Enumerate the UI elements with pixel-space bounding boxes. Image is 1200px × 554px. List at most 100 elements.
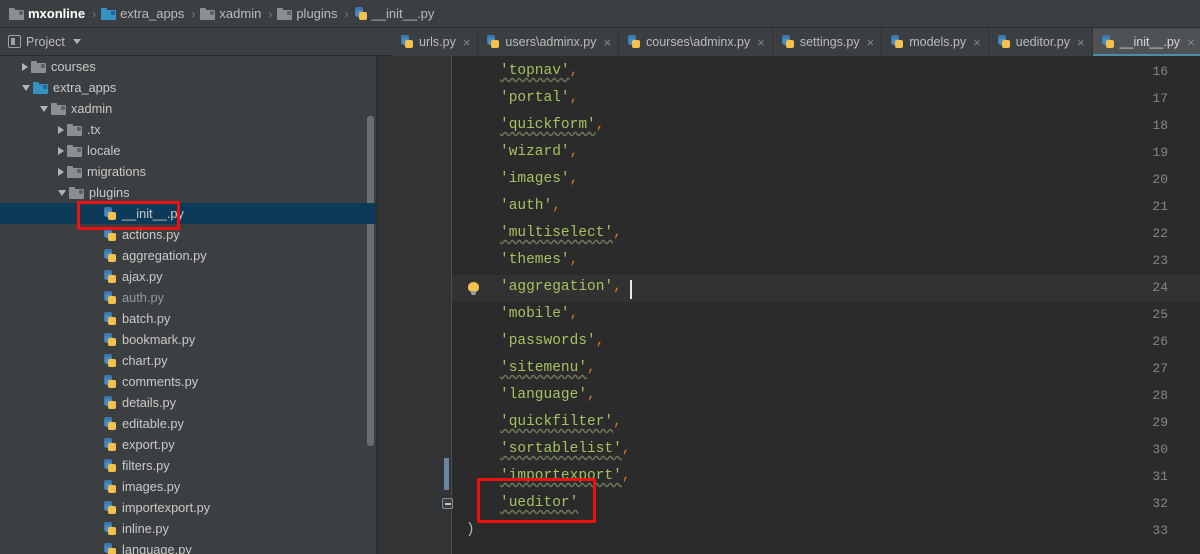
line-number: 26 (1152, 334, 1168, 349)
chevron-down-icon[interactable] (22, 84, 30, 91)
code-line[interactable]: ) (452, 522, 475, 538)
tree-row-label: language.py (122, 542, 192, 554)
tree-row-details-py[interactable]: details.py (0, 392, 376, 413)
folder-icon (31, 60, 46, 73)
editor-tab--init-py[interactable]: __init__.py × (1092, 28, 1200, 56)
chevron-down-icon[interactable] (58, 189, 66, 196)
close-icon[interactable]: × (1187, 36, 1195, 49)
tree-row-ajax-py[interactable]: ajax.py (0, 266, 376, 287)
chevron-down-icon[interactable] (40, 105, 48, 112)
code-fold-icon[interactable] (442, 498, 453, 509)
code-token-comma: , (569, 252, 579, 268)
python-file-icon (103, 206, 117, 221)
code-token-string: 'topnav' (500, 63, 570, 79)
code-line[interactable]: 'multiselect', (452, 225, 622, 241)
editor-tab-users-adminx-py[interactable]: users\adminx.py × (478, 28, 620, 56)
code-line[interactable]: 'quickform', (452, 117, 604, 133)
breadcrumb-item--init-py[interactable]: __init__.py (351, 0, 438, 28)
line-number: 24 (1152, 280, 1168, 295)
tree-row-chart-py[interactable]: chart.py (0, 350, 376, 371)
chevron-down-icon[interactable] (72, 39, 81, 44)
editor-tab-label: urls.py (419, 35, 456, 49)
tree-row-label: importexport.py (122, 500, 211, 515)
code-line[interactable]: 'sortablelist', (452, 441, 631, 457)
python-file-icon (103, 521, 117, 536)
python-file-icon (400, 35, 414, 49)
code-line[interactable]: 'language', (452, 387, 596, 403)
tree-row-language-py[interactable]: language.py (0, 539, 376, 554)
tree-row-bookmark-py[interactable]: bookmark.py (0, 329, 376, 350)
breadcrumb-item-extra-apps[interactable]: extra_apps (98, 0, 187, 28)
code-token-comma: , (613, 414, 622, 430)
project-tree[interactable]: courses extra_apps xadmin .tx locale migratio… (0, 56, 376, 554)
close-icon[interactable]: × (1077, 36, 1085, 49)
code-line[interactable]: 'quickfilter', (452, 414, 622, 430)
tree-row-label: .tx (87, 122, 101, 137)
breadcrumb-item-label: xadmin (219, 6, 262, 21)
code-line[interactable]: 'importexport', (452, 468, 631, 484)
editor-tab-label: courses\adminx.py (646, 35, 751, 49)
code-line[interactable]: 'wizard', (452, 144, 578, 160)
close-icon[interactable]: × (867, 36, 875, 49)
tree-row-editable-py[interactable]: editable.py (0, 413, 376, 434)
code-line[interactable]: 'themes', (452, 252, 578, 268)
code-token-string: 'aggregation' (500, 279, 614, 295)
code-line[interactable]: 'mobile', (452, 306, 578, 322)
breadcrumb-item-mxonline[interactable]: mxonline (6, 0, 88, 28)
tree-row-extra-apps[interactable]: extra_apps (0, 77, 376, 98)
tree-row--init-py[interactable]: __init__.py (0, 203, 376, 224)
tree-row-plugins[interactable]: plugins (0, 182, 376, 203)
close-icon[interactable]: × (603, 36, 611, 49)
breadcrumb-item-plugins[interactable]: plugins (274, 0, 340, 28)
chevron-right-icon[interactable] (58, 167, 64, 176)
code-line[interactable]: 'images', (452, 171, 578, 187)
code-token-string: 'sortablelist' (500, 441, 622, 457)
python-file-icon (627, 35, 641, 49)
intention-bulb-icon[interactable] (468, 282, 479, 295)
code-editor[interactable]: 16 'topnav', 17 'portal', 18 'quickform', 19 'w… (378, 56, 1200, 554)
code-line[interactable]: 'portal', (452, 90, 578, 106)
project-view-selector[interactable]: Project (0, 35, 81, 49)
close-icon[interactable]: × (757, 36, 765, 49)
editor-tab-label: ueditor.py (1015, 35, 1070, 49)
tree-row-inline-py[interactable]: inline.py (0, 518, 376, 539)
code-line[interactable]: 'auth', (452, 198, 561, 214)
code-line[interactable]: 'ueditor' (452, 495, 578, 511)
tree-row-actions-py[interactable]: actions.py (0, 224, 376, 245)
tree-row-label: plugins (89, 185, 130, 200)
breadcrumb-item-xadmin[interactable]: xadmin (197, 0, 264, 28)
editor-tab-ueditor-py[interactable]: ueditor.py × (989, 28, 1093, 56)
tree-row-images-py[interactable]: images.py (0, 476, 376, 497)
code-line[interactable]: 'sitemenu', (452, 360, 596, 376)
tree-row-comments-py[interactable]: comments.py (0, 371, 376, 392)
editor-tab-courses-adminx-py[interactable]: courses\adminx.py × (619, 28, 773, 56)
tree-row-batch-py[interactable]: batch.py (0, 308, 376, 329)
tree-row-locale[interactable]: locale (0, 140, 376, 161)
code-line[interactable]: 'topnav', (452, 63, 578, 79)
tree-row--tx[interactable]: .tx (0, 119, 376, 140)
line-number: 27 (1152, 361, 1168, 376)
tree-row-auth-py[interactable]: auth.py (0, 287, 376, 308)
tree-row-aggregation-py[interactable]: aggregation.py (0, 245, 376, 266)
tree-row-export-py[interactable]: export.py (0, 434, 376, 455)
tree-row-xadmin[interactable]: xadmin (0, 98, 376, 119)
editor-tab-urls-py[interactable]: urls.py × (392, 28, 479, 56)
close-icon[interactable]: × (973, 36, 981, 49)
tree-row-migrations[interactable]: migrations (0, 161, 376, 182)
chevron-right-icon[interactable] (22, 62, 28, 71)
close-icon[interactable]: × (463, 36, 471, 49)
tree-row-filters-py[interactable]: filters.py (0, 455, 376, 476)
code-token-comma: , (569, 171, 579, 187)
code-token-string: 'multiselect' (500, 225, 614, 241)
chevron-right-icon[interactable] (58, 125, 64, 134)
tree-row-courses[interactable]: courses (0, 56, 376, 77)
editor-gutter[interactable] (378, 56, 452, 554)
editor-tab-models-py[interactable]: models.py × (882, 28, 989, 56)
line-number: 18 (1152, 118, 1168, 133)
code-line[interactable]: 'passwords', (452, 333, 604, 349)
vcs-change-marker[interactable] (444, 458, 449, 490)
chevron-right-icon[interactable] (58, 146, 64, 155)
editor-tab-settings-py[interactable]: settings.py × (773, 28, 883, 56)
python-file-icon (354, 6, 368, 21)
tree-row-importexport-py[interactable]: importexport.py (0, 497, 376, 518)
